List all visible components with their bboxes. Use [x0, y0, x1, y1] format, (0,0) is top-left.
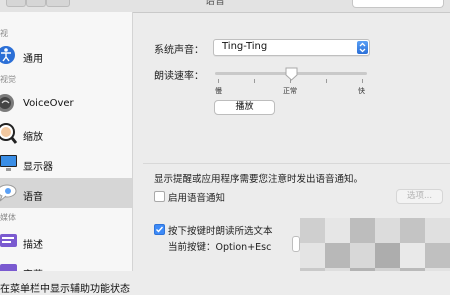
accessibility-icon — [0, 45, 18, 65]
sidebar-item-label: 通用 — [23, 54, 43, 65]
system-voice-label: 系统声音： — [154, 45, 204, 56]
play-button[interactable]: 播放 — [214, 100, 275, 115]
window-title: 语音 — [205, 0, 225, 7]
speaking-rate-slider-thumb[interactable] — [285, 66, 298, 85]
section-header-general: 视 — [0, 29, 8, 38]
sidebar: 视 通用 视觉 VoiceOver 缩放 显示器 语音 媒体 描述 — [0, 12, 133, 271]
system-voice-value: Ting-Ting — [222, 41, 268, 52]
options-button[interactable]: 选项... — [396, 189, 443, 204]
chevron-updown-icon — [357, 41, 368, 54]
sidebar-item-label: 显示器 — [23, 162, 53, 173]
announcements-description: 显示提醒或应用程序需要您注意时发出语音通知。 — [154, 174, 364, 185]
display-icon — [0, 153, 18, 173]
forward-button[interactable] — [26, 0, 46, 7]
speech-icon — [0, 183, 18, 203]
sidebar-item-general[interactable]: 通用 — [0, 40, 132, 70]
sidebar-item-label: 缩放 — [23, 132, 43, 143]
captions-icon — [0, 261, 18, 271]
sidebar-item-captions[interactable]: 字幕 — [0, 256, 132, 271]
change-key-button[interactable] — [292, 236, 300, 252]
sidebar-item-descriptions[interactable]: 描述 — [0, 226, 132, 256]
enable-announcements-label: 启用语音通知 — [168, 193, 226, 204]
sidebar-item-label: VoiceOver — [23, 98, 74, 109]
rate-fast-label: 快 — [358, 87, 365, 95]
rate-tick — [362, 79, 363, 83]
voiceover-icon — [0, 93, 18, 113]
rate-normal-label: 正常 — [283, 87, 297, 95]
menu-bar-status-label[interactable]: 在菜单栏中显示辅助功能状态 — [0, 280, 130, 295]
sidebar-item-label: 语音 — [23, 192, 43, 203]
rate-slow-label: 慢 — [215, 87, 222, 95]
divider — [143, 163, 450, 164]
back-button[interactable] — [6, 0, 26, 7]
sidebar-item-voiceover[interactable]: VoiceOver — [0, 88, 132, 118]
sidebar-item-display[interactable]: 显示器 — [0, 148, 132, 178]
enable-announcements-checkbox[interactable] — [154, 191, 165, 202]
section-header-vision: 视觉 — [0, 75, 16, 84]
checkmark-icon — [156, 226, 164, 233]
rate-tick — [326, 79, 327, 83]
search-field[interactable] — [352, 0, 444, 8]
current-key-label: 当前按键：Option+Esc — [168, 242, 272, 253]
section-header-media: 媒体 — [0, 213, 16, 222]
speaking-rate-label: 朗读速率： — [154, 71, 204, 82]
sidebar-item-speech[interactable]: 语音 — [0, 178, 132, 208]
rate-tick — [254, 79, 255, 83]
zoom-icon — [0, 122, 18, 144]
sidebar-item-zoom[interactable]: 缩放 — [0, 118, 132, 148]
speak-selected-text-label: 按下按键时朗读所选文本 — [168, 226, 273, 237]
rate-tick — [218, 79, 219, 83]
speak-selected-text-checkbox[interactable] — [154, 224, 165, 235]
system-voice-popup[interactable]: Ting-Ting — [213, 39, 370, 56]
sidebar-item-label: 描述 — [23, 240, 43, 251]
descriptions-icon — [0, 231, 18, 251]
show-all-button[interactable] — [46, 0, 70, 7]
